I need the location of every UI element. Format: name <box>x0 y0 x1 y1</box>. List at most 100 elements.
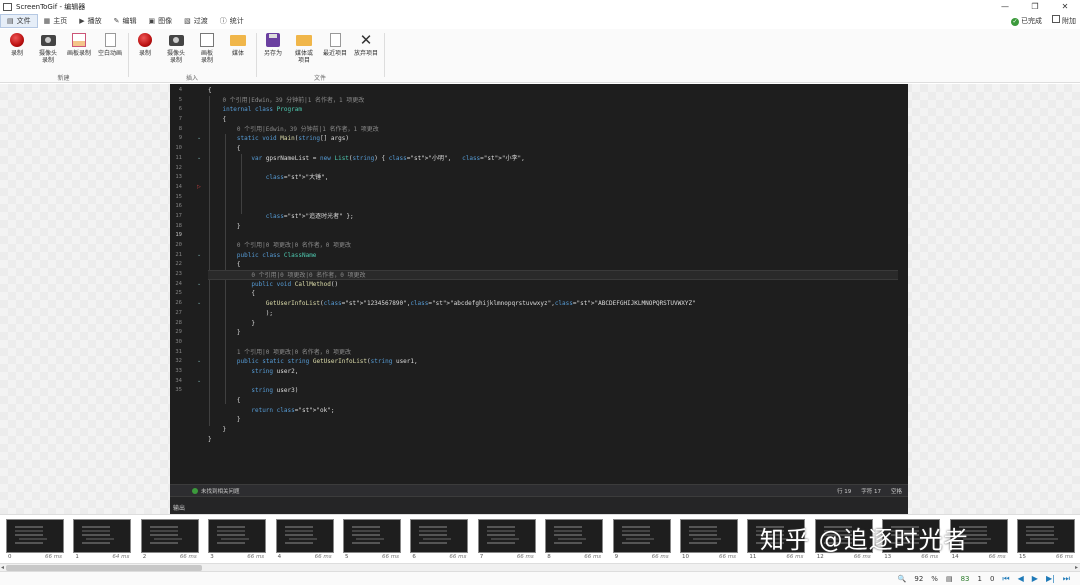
frame-meta: 5 66 ms <box>343 553 401 561</box>
code-line: 0 个引用|Edwin，39 分钟前|1 名作者，1 项更改 <box>208 125 379 133</box>
line-number: 4 <box>178 87 182 93</box>
code-line: { <box>208 145 241 153</box>
timeline-frame[interactable]: 0 66 ms <box>6 519 64 563</box>
play-icon[interactable]: ▶ <box>1032 574 1038 583</box>
save-as-button[interactable]: 另存为 <box>256 32 290 57</box>
last-frame-icon[interactable]: ⏭ <box>1063 574 1070 584</box>
line-number: 20 <box>175 242 182 248</box>
line-number: 34 <box>175 377 182 384</box>
scroll-right-icon[interactable]: ▸ <box>1075 564 1078 571</box>
zoom-percent: % <box>931 574 938 583</box>
done-status[interactable]: ✓ 已完成 <box>1011 16 1042 26</box>
frame-index: 11 <box>749 554 757 560</box>
prev-frame-icon[interactable]: ◀ <box>1018 574 1024 583</box>
timeline-frame[interactable]: 2 66 ms <box>140 519 199 563</box>
tab-image[interactable]: ▣ 图像 <box>143 14 179 28</box>
edit-icon: ✎ <box>113 17 120 25</box>
editor-gutter: 4 5 6 7 8 9 10 11 12 13 14 15 16 17 18 19 20 21 22 23 24 25 26… <box>170 84 206 484</box>
code-line: { <box>208 87 212 94</box>
open-media-button[interactable]: 媒体或 项目 <box>287 32 321 64</box>
code-line: static void Main(string[] args) <box>236 135 349 143</box>
line-number: 11 <box>175 154 182 161</box>
timeline-frame[interactable]: 6 66 ms <box>410 519 469 563</box>
timeline-frame[interactable]: 15 66 ms <box>1017 519 1075 563</box>
line-number: 13 <box>175 174 182 181</box>
close-button[interactable]: ✕ <box>1050 0 1080 13</box>
frame-thumbnail <box>6 519 64 553</box>
selected-count: 1 <box>977 574 982 583</box>
code-line: GetUserInfoList(class="st">"1234567890",… <box>265 300 696 308</box>
file-icon: ▤ <box>7 17 14 25</box>
camera-icon <box>168 34 184 46</box>
tab-label: 播放 <box>87 17 102 25</box>
frame-meta: 2 66 ms <box>141 553 199 561</box>
minimize-button[interactable]: — <box>990 0 1020 13</box>
output-panel: 输出 <box>170 496 908 514</box>
frame-index: 8 <box>547 554 551 560</box>
total-count: 0 <box>989 574 995 583</box>
fold-markers: ⌄ ⌄ ▷ ⌄ ⌄ ⌄ ⌄ ⌄ <box>197 135 202 384</box>
tab-edit[interactable]: ✎ 编辑 <box>108 14 143 28</box>
title-bar: ScreenToGif - 编辑器 — ❐ ✕ <box>0 0 1080 13</box>
code-line: string user3) <box>251 387 299 395</box>
attach-icon <box>1052 15 1060 23</box>
insert-media-button[interactable]: 媒体 <box>221 32 255 57</box>
timeline-frame[interactable]: 4 66 ms <box>275 519 334 563</box>
line-number: 25 <box>175 290 182 297</box>
tab-home[interactable]: ▦ 主页 <box>38 14 74 28</box>
zoom-icon[interactable]: 🔍 <box>898 575 907 583</box>
new-blank-button[interactable]: 空白动画 <box>93 32 127 57</box>
tab-stats[interactable]: ⓘ 统计 <box>214 14 250 28</box>
new-record-button[interactable]: 录制 <box>0 32 34 57</box>
button-label: 最近项目 <box>322 50 347 57</box>
code-line: } <box>208 329 241 337</box>
next-frame-icon[interactable]: ▶| <box>1046 574 1055 583</box>
timeline-frame[interactable]: 3 66 ms <box>208 519 267 563</box>
insert-board-button[interactable]: 画板 录制 <box>190 32 224 64</box>
code-line: { <box>208 116 227 124</box>
insert-webcam-button[interactable]: 摄像头 录制 <box>159 32 193 64</box>
timeline-frame[interactable]: 7 66 ms <box>477 519 536 563</box>
extra-button[interactable]: 附加 <box>1052 15 1076 26</box>
frame-duration: 66 ms <box>584 554 602 560</box>
frame-duration: 66 ms <box>651 554 669 560</box>
code-line: class="st">"大锤", <box>265 174 329 182</box>
frame-thumbnail <box>545 519 604 553</box>
new-webcam-button[interactable]: 摄像头 录制 <box>31 32 65 64</box>
mode-indicator: 空格 <box>890 489 902 495</box>
timeline-frame[interactable]: 8 66 ms <box>545 519 604 563</box>
tab-transition[interactable]: ▧ 过渡 <box>178 14 214 28</box>
recent-projects-button[interactable]: 最近项目 <box>318 32 352 57</box>
timeline-frame[interactable]: 5 66 ms <box>343 519 401 563</box>
scroll-left-icon[interactable]: ◂ <box>1 564 4 571</box>
tab-file[interactable]: ▤ 文件 <box>0 14 38 28</box>
frame-index: 1 <box>75 554 79 560</box>
ribbon: 录制 摄像头 录制 画板录制 空白动画 新建 录制 摄像头 录制 画板 录制 媒… <box>0 29 1080 83</box>
tab-label: 主页 <box>53 17 68 25</box>
timeline-frame[interactable]: 1 64 ms <box>73 519 132 563</box>
maximize-button[interactable]: ❐ <box>1020 0 1050 13</box>
code-editor[interactable]: { 0 个引用|Edwin，39 分钟前|1 名作者，1 项更改 interna… <box>208 86 898 454</box>
timeline-frame[interactable]: 9 66 ms <box>612 519 671 563</box>
timeline-scrollbar[interactable]: ◂ ▸ <box>0 563 1080 571</box>
insert-record-button[interactable]: 录制 <box>128 32 162 57</box>
zoom-value[interactable]: 92 <box>914 575 923 583</box>
issues-status: 未找到相关问题 <box>201 488 240 495</box>
timeline-frame[interactable]: 10 66 ms <box>680 519 738 563</box>
watermark: 知乎 @追逐时光者 <box>760 526 969 554</box>
first-frame-icon[interactable]: ⏮ <box>1002 574 1009 584</box>
frame-index: 0 <box>8 554 12 560</box>
frame-duration: 66 ms <box>179 554 197 560</box>
frame-index: 15 <box>1019 554 1026 560</box>
line-number: 15 <box>175 193 182 200</box>
code-line: } <box>208 426 227 434</box>
frame-index: 3 <box>210 554 214 560</box>
frames-icon: ▤ <box>945 574 953 583</box>
code-line: return class="st">"ok"; <box>251 406 335 414</box>
tab-play[interactable]: ▶ 播放 <box>73 14 107 28</box>
discard-project-button[interactable]: ✕ 放弃项目 <box>349 32 383 57</box>
line-numbers: 4 5 6 7 8 9 10 11 12 13 14 15 16 17 18 19 20 21 22 23 24 25 26… <box>170 86 182 396</box>
new-board-button[interactable]: 画板录制 <box>62 32 96 57</box>
line-number: 7 <box>178 116 182 123</box>
